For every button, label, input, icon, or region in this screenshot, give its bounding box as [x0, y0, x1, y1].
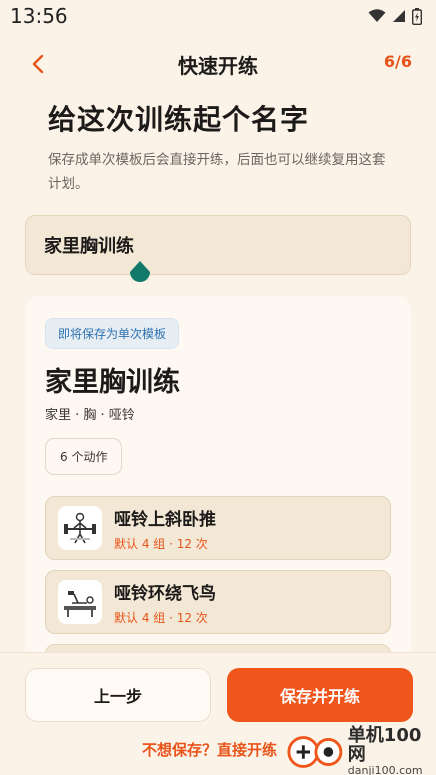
cellular-icon	[393, 10, 405, 22]
status-time: 13:56	[10, 4, 68, 28]
save-and-start-button[interactable]: 保存并开练	[227, 668, 413, 722]
exercise-item[interactable]: 哑铃环绕飞鸟 默认 4 组 · 12 次	[45, 570, 391, 634]
template-badge: 即将保存为单次模板	[45, 318, 180, 349]
battery-icon	[412, 7, 422, 25]
exercise-list: 哑铃上斜卧推 默认 4 组 · 12 次 哑铃环绕飞鸟 默认 4 组 · 12 …	[45, 496, 391, 676]
exercise-meta: 默认 4 组 · 12 次	[114, 536, 208, 551]
exercise-name: 哑铃上斜卧推	[114, 509, 216, 530]
status-bar: 13:56	[0, 0, 436, 32]
watermark-text: 单机100网	[347, 724, 422, 766]
dumbbell-fly-illustration-icon	[64, 591, 96, 617]
workout-name-input[interactable]	[25, 215, 411, 275]
topbar: 快速开练 6/6	[0, 40, 436, 88]
section-subheading: 保存成单次模板后会直接开练，后面也可以继续复用这套计划。	[48, 152, 386, 192]
watermark-url: danji100.com	[347, 764, 423, 775]
exercise-thumbnail	[58, 580, 102, 624]
status-icons	[368, 7, 422, 25]
exercise-thumbnail	[58, 506, 102, 550]
preview-tags: 家里 · 胸 · 哑铃	[45, 408, 135, 423]
watermark-logo-icon	[287, 735, 343, 768]
template-preview-card: 即将保存为单次模板 家里胸训练 家里 · 胸 · 哑铃 6 个动作 哑铃上斜卧推…	[25, 296, 411, 676]
exercise-item[interactable]: 哑铃上斜卧推 默认 4 组 · 12 次	[45, 496, 391, 560]
step-counter: 6/6	[383, 52, 412, 71]
previous-step-button[interactable]: 上一步	[25, 668, 211, 722]
incline-press-illustration-icon	[64, 512, 96, 544]
text-cursor-handle-icon[interactable]	[128, 259, 152, 287]
exercise-meta: 默认 4 组 · 12 次	[114, 610, 208, 625]
page-title: 快速开练	[178, 53, 258, 78]
exercise-name: 哑铃环绕飞鸟	[114, 583, 216, 604]
section-heading: 给这次训练起个名字	[48, 103, 310, 136]
back-button[interactable]	[22, 48, 54, 80]
chevron-left-icon	[32, 54, 44, 74]
exercise-count-chip: 6 个动作	[45, 438, 123, 475]
watermark: 单机100网 danji100.com	[286, 724, 436, 775]
wifi-icon	[368, 9, 386, 22]
skip-save-link[interactable]: 不想保存？直接开练	[142, 739, 277, 760]
preview-title: 家里胸训练	[45, 367, 180, 398]
